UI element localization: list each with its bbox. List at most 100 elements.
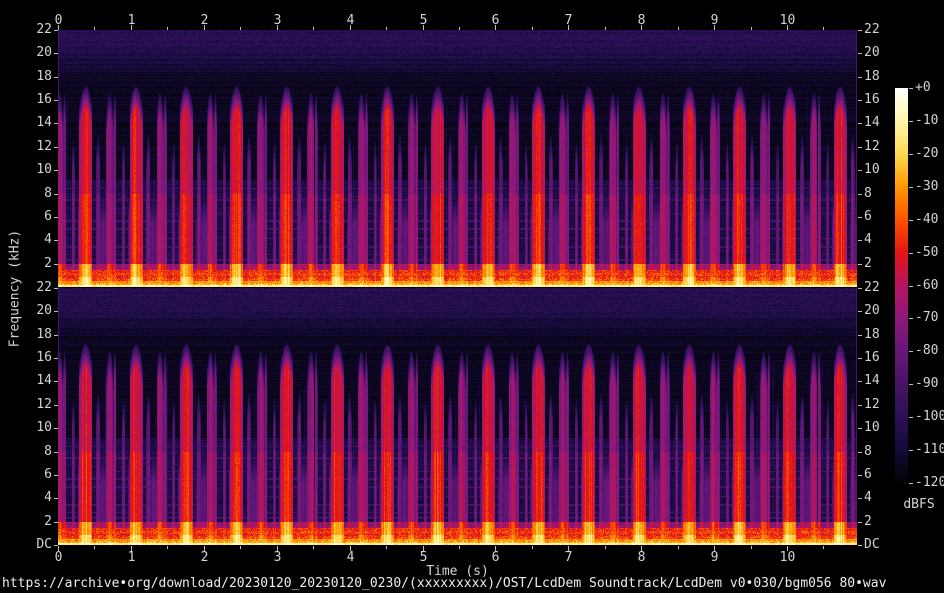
freq-tick-label: 22	[864, 280, 880, 295]
freq-tick-mark	[54, 522, 58, 523]
freq-tick-mark	[858, 217, 862, 218]
time-tick-label: 6	[491, 550, 500, 565]
freq-tick-label: 2	[864, 514, 872, 529]
time-tick-label: 5	[419, 550, 428, 565]
freq-tick-label: 16	[36, 350, 52, 365]
time-tick-mark-minor	[605, 546, 606, 549]
time-tick-mark-minor	[823, 546, 824, 549]
time-tick-label: 3	[273, 550, 282, 565]
freq-tick-label: 8	[44, 444, 52, 459]
freq-tick-mark	[858, 522, 862, 523]
freq-tick-mark	[858, 311, 862, 312]
freq-tick-mark	[54, 498, 58, 499]
colorbar-tick-mark	[909, 351, 913, 352]
freq-tick-mark	[54, 30, 58, 31]
freq-tick-label: 12	[864, 139, 880, 154]
colorbar-tick-label: -50	[915, 245, 939, 260]
freq-tick-label: 2	[864, 256, 872, 271]
colorbar-tick-label: -30	[915, 179, 939, 194]
freq-tick-label: 6	[44, 467, 52, 482]
colorbar-unit-label: dBFS	[903, 497, 935, 512]
freq-tick-mark	[54, 405, 58, 406]
freq-tick-mark	[858, 147, 862, 148]
freq-tick-mark	[858, 358, 862, 359]
freq-tick-label: 20	[36, 45, 52, 60]
freq-tick-label: 12	[864, 397, 880, 412]
freq-tick-label: 8	[864, 186, 872, 201]
freq-tick-mark	[858, 194, 862, 195]
freq-tick-label: 14	[864, 373, 880, 388]
colorbar-tick-label: -120	[915, 475, 944, 490]
freq-tick-mark	[54, 335, 58, 336]
freq-tick-label: DC	[36, 537, 52, 552]
freq-tick-mark	[858, 288, 862, 289]
time-tick-mark-minor	[386, 27, 387, 30]
freq-tick-mark	[858, 264, 862, 265]
freq-tick-label: 14	[36, 115, 52, 130]
time-tick-label: 4	[346, 13, 355, 28]
colorbar-tick-mark	[909, 187, 913, 188]
freq-tick-label: 16	[864, 350, 880, 365]
time-tick-label: 9	[710, 13, 719, 28]
colorbar-tick-label: -70	[915, 310, 939, 325]
time-tick-mark-minor	[94, 27, 95, 30]
freq-tick-label: 14	[36, 373, 52, 388]
colorbar-tick-label: -80	[915, 343, 939, 358]
freq-tick-mark	[858, 452, 862, 453]
colorbar-tick-mark	[909, 286, 913, 287]
freq-tick-mark	[858, 170, 862, 171]
time-tick-mark-minor	[240, 546, 241, 549]
freq-tick-label: 12	[36, 139, 52, 154]
colorbar-tick-mark	[909, 417, 913, 418]
freq-tick-mark	[54, 264, 58, 265]
time-tick-label: 7	[564, 13, 573, 28]
time-tick-mark-minor	[240, 27, 241, 30]
freq-tick-mark	[858, 335, 862, 336]
freq-tick-mark	[858, 77, 862, 78]
freq-tick-mark	[54, 147, 58, 148]
time-tick-label: 2	[200, 550, 209, 565]
time-tick-label: 10	[779, 13, 796, 28]
freq-tick-label: 6	[864, 209, 872, 224]
freq-tick-mark	[858, 475, 862, 476]
time-tick-mark-minor	[823, 27, 824, 30]
spectrogram-viewer: 0 0 1 1 2 2 3 3 4 4 5 5 6 6 7 7 8 8 9 9 10 10 22 22 20 20 18 18 16 16…	[0, 0, 944, 593]
freq-tick-mark	[858, 405, 862, 406]
freq-tick-mark	[54, 311, 58, 312]
time-tick-mark-minor	[678, 546, 679, 549]
freq-tick-mark	[858, 498, 862, 499]
time-tick-label: 0	[54, 550, 63, 565]
axis-title-frequency: Frequency (kHz)	[7, 229, 23, 348]
freq-tick-label: 8	[864, 444, 872, 459]
freq-tick-label: 6	[44, 209, 52, 224]
colorbar-tick-mark	[909, 253, 913, 254]
freq-tick-label: DC	[864, 537, 880, 552]
time-tick-label: 2	[200, 13, 209, 28]
colorbar-tick-label: -20	[915, 146, 939, 161]
colorbar-tick-label: -90	[915, 376, 939, 391]
time-tick-mark-minor	[532, 27, 533, 30]
colorbar-tick-label: +0	[915, 80, 931, 95]
freq-tick-mark	[858, 428, 862, 429]
time-tick-mark-minor	[459, 546, 460, 549]
colorbar-tick-mark	[909, 384, 913, 385]
time-tick-mark-minor	[532, 546, 533, 549]
freq-tick-mark	[54, 452, 58, 453]
freq-tick-label: 8	[44, 186, 52, 201]
freq-tick-label: 6	[864, 467, 872, 482]
colorbar-tick-label: -110	[915, 442, 944, 457]
freq-tick-label: 22	[864, 22, 880, 37]
freq-tick-label: 10	[864, 162, 880, 177]
freq-tick-mark	[54, 545, 58, 546]
freq-tick-label: 4	[864, 232, 872, 247]
time-tick-label: 8	[637, 13, 646, 28]
freq-tick-mark	[54, 77, 58, 78]
freq-tick-label: 4	[44, 490, 52, 505]
colorbar-tick-label: -60	[915, 278, 939, 293]
colorbar-tick-mark	[909, 121, 913, 122]
freq-tick-label: 16	[36, 92, 52, 107]
freq-tick-mark	[858, 100, 862, 101]
freq-tick-mark	[54, 381, 58, 382]
time-tick-label: 3	[273, 13, 282, 28]
freq-tick-label: 20	[864, 303, 880, 318]
